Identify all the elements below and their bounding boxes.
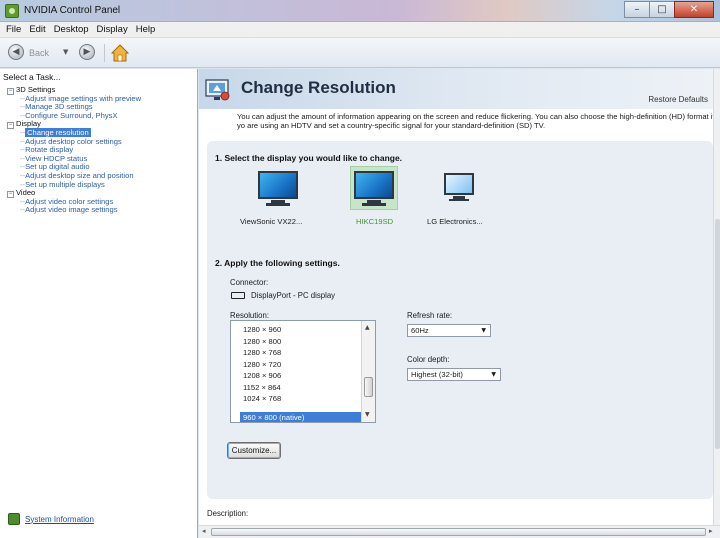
display-label[interactable]: ViewSonic VX22... [240, 217, 302, 226]
menu-desktop[interactable]: Desktop [52, 24, 95, 35]
display-label[interactable]: LG Electronics... [427, 217, 483, 226]
nvidia-app-icon [5, 4, 19, 18]
close-button[interactable]: ✕ [674, 1, 714, 18]
menu-file[interactable]: File [4, 24, 27, 35]
page-header: Change Resolution Restore Defaults [199, 69, 720, 109]
monitor-settings-icon [205, 79, 230, 101]
scroll-thumb[interactable] [715, 219, 720, 449]
task-tree: −3D Settings --Adjust image settings wit… [7, 85, 195, 215]
window-title: NVIDIA Control Panel [24, 5, 121, 16]
scroll-right-icon[interactable]: ▸ [709, 527, 713, 535]
toolbar-separator [104, 44, 105, 62]
chevron-down-icon: ▼ [481, 327, 486, 334]
refresh-rate-select[interactable]: 60Hz ▼ [407, 324, 491, 337]
back-label[interactable]: Back [29, 48, 49, 58]
menu-display[interactable]: Display [95, 24, 134, 35]
displayport-icon [231, 292, 245, 299]
list-item-selected[interactable]: 960 × 800 (native) [240, 412, 369, 422]
home-icon[interactable] [110, 43, 130, 63]
menu-edit[interactable]: Edit [27, 24, 51, 35]
scroll-up-icon[interactable]: ▲ [365, 324, 370, 331]
task-panel-title: Select a Task... [3, 72, 61, 82]
list-scrollbar[interactable]: ▲ ▼ [361, 321, 375, 422]
page-title: Change Resolution [241, 78, 396, 97]
refresh-rate-label: Refresh rate: [407, 311, 453, 320]
list-item[interactable]: 1280 × 960 [243, 325, 281, 334]
page-description: You can adjust the amount of information… [237, 112, 715, 130]
restore-defaults-link[interactable]: Restore Defaults [648, 95, 708, 104]
toolbar: ◀ Back ▼ ▶ [0, 38, 720, 68]
main-panel: Change Resolution Restore Defaults You c… [199, 69, 720, 538]
task-panel: Select a Task... −3D Settings --Adjust i… [0, 69, 198, 538]
tree-item[interactable]: --Adjust video image settings [7, 206, 195, 215]
chevron-down-icon: ▼ [491, 371, 496, 378]
resolution-label: Resolution: [230, 311, 270, 320]
description-label: Description: [207, 509, 249, 518]
display-hikc19sd-selected[interactable] [350, 166, 398, 210]
scroll-down-icon[interactable]: ▼ [365, 411, 370, 418]
display-viewsonic[interactable] [258, 171, 302, 211]
back-arrow-icon[interactable]: ◀ [8, 44, 24, 60]
menu-bar: File Edit Desktop Display Help [0, 22, 720, 38]
menu-help[interactable]: Help [134, 24, 162, 35]
title-bar: NVIDIA Control Panel – □ ✕ [0, 0, 720, 22]
connector-label: Connector: [230, 278, 269, 287]
step-2-label: 2. Apply the following settings. [215, 258, 340, 268]
resolution-list[interactable]: 1280 × 960 1280 × 800 1280 × 768 1280 × … [230, 320, 376, 423]
list-item[interactable]: 1280 × 768 [243, 348, 281, 357]
step-1-label: 1. Select the display you would like to … [215, 153, 403, 163]
system-information-link[interactable]: System Information [25, 515, 94, 524]
maximize-button[interactable]: □ [649, 1, 675, 18]
list-item[interactable]: 1208 × 906 [243, 371, 281, 380]
scroll-left-icon[interactable]: ◂ [202, 527, 206, 535]
display-label-selected[interactable]: HIKC19SD [356, 217, 393, 226]
customize-button[interactable]: Customize... [227, 442, 281, 459]
list-item[interactable]: 1024 × 768 [243, 394, 281, 403]
minimize-button[interactable]: – [624, 1, 650, 18]
scroll-thumb[interactable] [211, 528, 706, 536]
scroll-thumb[interactable] [364, 377, 373, 397]
connector-value: DisplayPort - PC display [251, 291, 336, 300]
list-item[interactable]: 1280 × 800 [243, 337, 281, 346]
system-information[interactable]: System Information [8, 513, 94, 525]
forward-arrow-icon[interactable]: ▶ [79, 44, 95, 60]
main-vertical-scrollbar[interactable] [713, 69, 720, 525]
back-dropdown-icon[interactable]: ▼ [63, 48, 68, 56]
color-depth-select[interactable]: Highest (32-bit) ▼ [407, 368, 501, 381]
main-horizontal-scrollbar[interactable]: ◂ ▸ [199, 525, 720, 538]
window-controls: – □ ✕ [624, 1, 714, 18]
color-depth-label: Color depth: [407, 355, 450, 364]
list-item[interactable]: 1280 × 720 [243, 360, 281, 369]
system-info-icon [8, 513, 20, 525]
display-lg[interactable] [444, 173, 476, 207]
list-item[interactable]: 1152 × 864 [243, 383, 281, 392]
